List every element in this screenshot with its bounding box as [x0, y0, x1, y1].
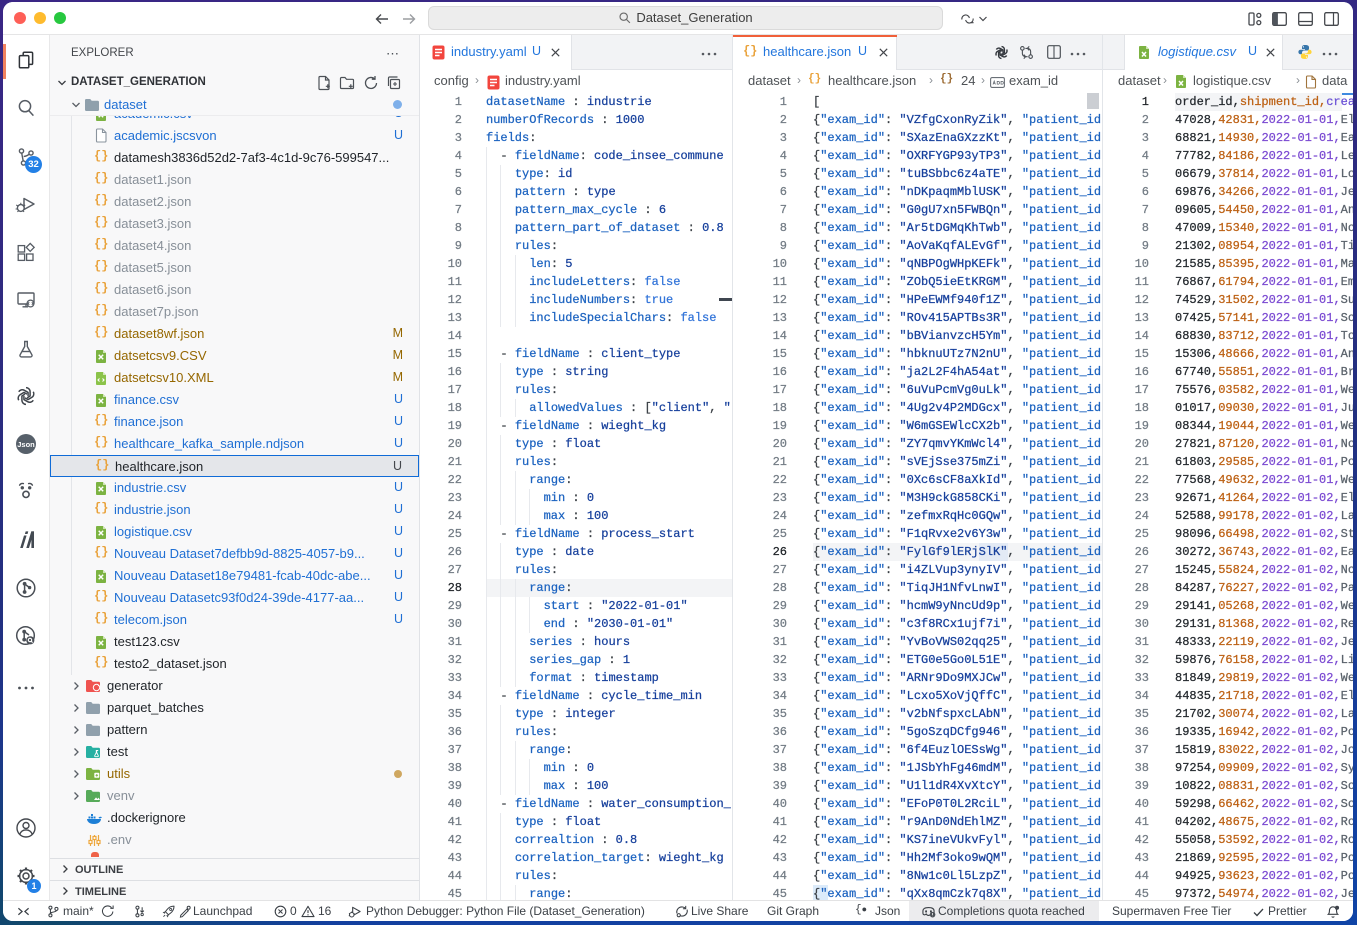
svg-text:Json: Json — [17, 440, 35, 449]
